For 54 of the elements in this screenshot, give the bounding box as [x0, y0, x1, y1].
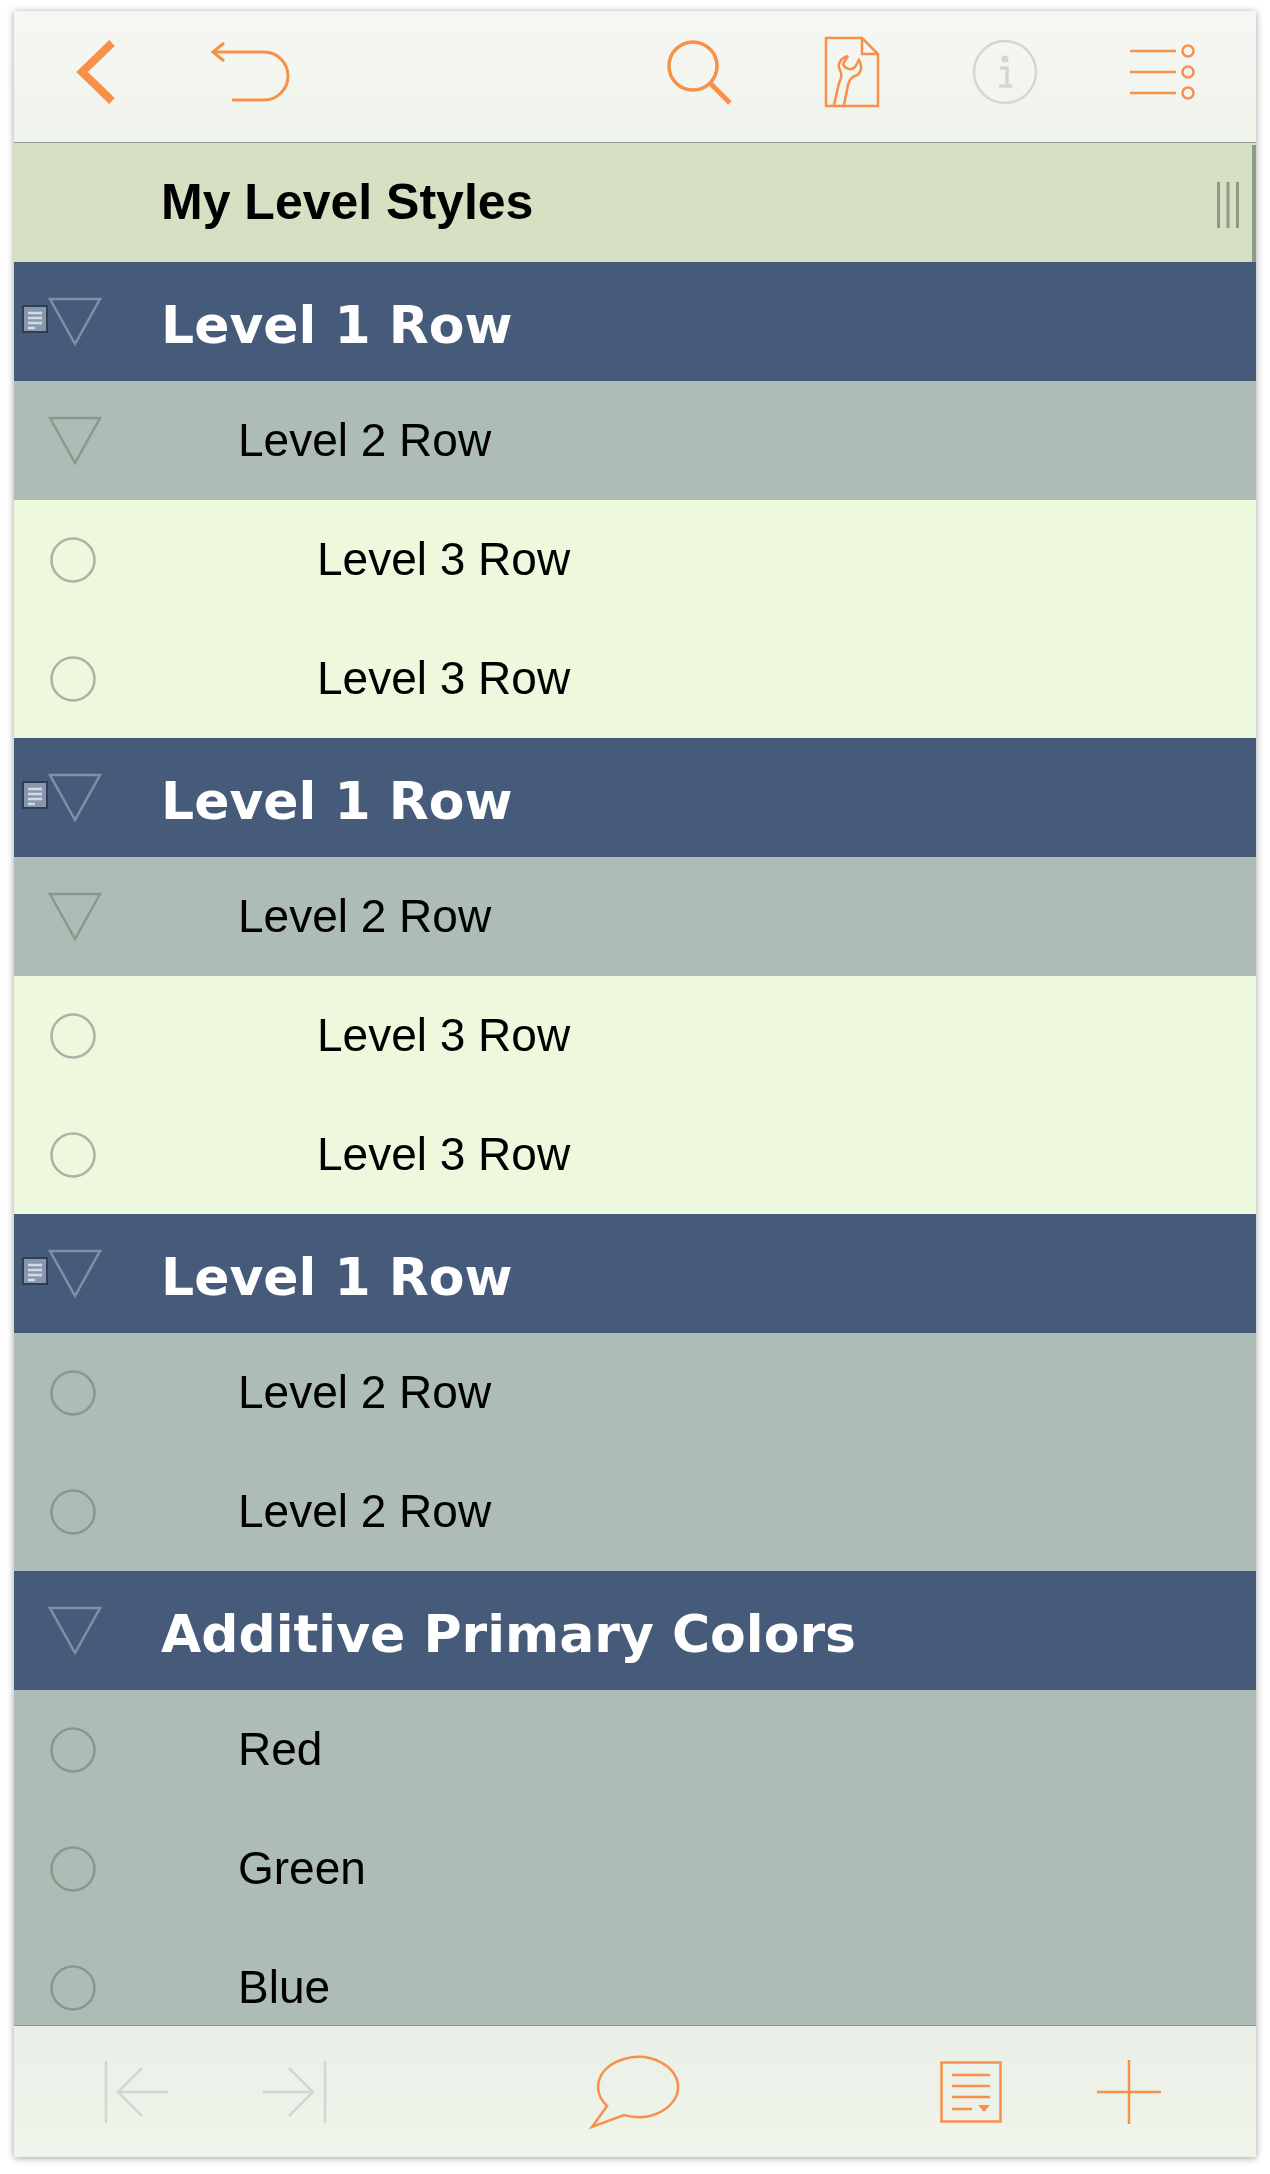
outline-row[interactable]: Level 1 Row	[14, 1214, 1256, 1333]
row-text: Green	[238, 1843, 366, 1894]
outline-row[interactable]: Level 3 Row	[14, 976, 1256, 1095]
outline-row[interactable]: Red	[14, 1690, 1256, 1809]
disclosure-triangle-icon[interactable]	[48, 891, 102, 942]
row-text: Level 1 Row	[161, 296, 513, 355]
outline-row[interactable]: Level 2 Row	[14, 381, 1256, 500]
circle-handle-icon[interactable]	[50, 536, 96, 583]
row-text: Level 1 Row	[161, 772, 513, 831]
circle-handle-icon[interactable]	[50, 1726, 96, 1773]
row-text: Level 2 Row	[238, 415, 492, 466]
outline-row[interactable]: Additive Primary Colors	[14, 1571, 1256, 1690]
row-text: Level 2 Row	[238, 891, 492, 942]
row-text: Level 2 Row	[238, 1367, 492, 1418]
outline-row[interactable]: Level 3 Row	[14, 619, 1256, 738]
disclosure-triangle-icon[interactable]	[48, 415, 102, 466]
note-icon[interactable]	[22, 304, 48, 333]
outline-row[interactable]: Level 2 Row	[14, 857, 1256, 976]
note-icon[interactable]	[22, 1256, 48, 1285]
note-document-icon[interactable]	[940, 2060, 1002, 2123]
row-text: Blue	[238, 1962, 331, 2013]
note-icon[interactable]	[22, 780, 48, 809]
circle-handle-icon[interactable]	[50, 655, 96, 702]
document-title: My Level Styles	[161, 175, 535, 230]
outline-row[interactable]: Blue	[14, 1928, 1256, 2025]
resize-handle-icon[interactable]	[1217, 181, 1239, 228]
outline-row[interactable]: Level 1 Row	[14, 262, 1256, 381]
list-settings-icon[interactable]	[1130, 43, 1196, 100]
row-text: Level 3 Row	[317, 653, 571, 704]
outline-row[interactable]: Level 3 Row	[14, 500, 1256, 619]
outline-row[interactable]: Level 2 Row	[14, 1452, 1256, 1571]
plus-icon[interactable]	[1097, 2059, 1161, 2124]
search-icon[interactable]	[666, 38, 732, 105]
row-text: Level 3 Row	[317, 1129, 571, 1180]
document-wrench-icon[interactable]	[824, 35, 880, 108]
row-text: Level 3 Row	[317, 534, 571, 585]
speech-bubble-icon[interactable]	[587, 2053, 680, 2130]
circle-handle-icon[interactable]	[50, 1012, 96, 1059]
outline-row[interactable]: Level 2 Row	[14, 1333, 1256, 1452]
row-text: Red	[238, 1724, 323, 1775]
circle-handle-icon[interactable]	[50, 1488, 96, 1535]
outline-row[interactable]: Level 3 Row	[14, 1095, 1256, 1214]
circle-handle-icon[interactable]	[50, 1131, 96, 1178]
circle-handle-icon[interactable]	[50, 1845, 96, 1892]
row-text: Additive Primary Colors	[161, 1605, 856, 1664]
row-text: Level 1 Row	[161, 1248, 513, 1307]
undo-arrow-icon[interactable]	[210, 40, 290, 103]
row-text: Level 2 Row	[238, 1486, 492, 1537]
circle-handle-icon[interactable]	[50, 1964, 96, 2011]
row-text: Level 3 Row	[317, 1010, 571, 1061]
circle-handle-icon[interactable]	[50, 1369, 96, 1416]
outline-row[interactable]: Level 1 Row	[14, 738, 1256, 857]
disclosure-triangle-icon[interactable]	[48, 1605, 102, 1656]
outline-row[interactable]: Green	[14, 1809, 1256, 1928]
